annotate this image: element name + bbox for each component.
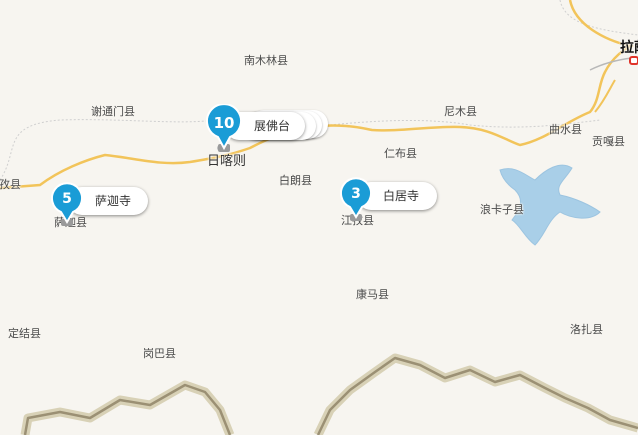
poi-count: 5 xyxy=(62,191,72,207)
label-xietongmen: 谢通门县 xyxy=(91,105,135,118)
county-boundary xyxy=(0,119,216,181)
label-lasa: 拉萨 xyxy=(620,40,638,56)
map-base-layer xyxy=(0,0,638,435)
label-renbu: 仁布县 xyxy=(384,147,417,160)
national-border xyxy=(313,353,638,435)
label-nanmulin: 南木林县 xyxy=(244,54,288,67)
label-gongga: 贡嘎县 xyxy=(592,135,625,148)
label-bailang: 白朗县 xyxy=(279,174,312,187)
capital-marker xyxy=(629,56,638,65)
label-gangba: 岗巴县 xyxy=(143,347,176,360)
label-qushui: 曲水县 xyxy=(549,123,582,136)
label-lazi: 孜县 xyxy=(0,178,21,191)
label-luozha: 洛扎县 xyxy=(570,323,603,336)
map-canvas[interactable]: 拉萨 南木林县 谢通门县 尼木县 曲水县 贡嘎县 日喀则 仁布县 白朗县 孜县 … xyxy=(0,0,638,435)
poi-count: 10 xyxy=(213,114,235,132)
poi-pin-zhanfotai[interactable]: 10 xyxy=(205,104,243,154)
poi-pin-baijusi[interactable]: 3 xyxy=(339,177,373,223)
national-border xyxy=(20,380,235,435)
label-kangma: 康马县 xyxy=(356,288,389,301)
poi-pin-sajiasi[interactable]: 5 xyxy=(50,182,84,228)
poi-count: 3 xyxy=(351,186,361,202)
label-dingjie: 定结县 xyxy=(8,327,41,340)
label-langkazi: 浪卡子县 xyxy=(480,203,524,216)
label-nimu: 尼木县 xyxy=(444,105,477,118)
